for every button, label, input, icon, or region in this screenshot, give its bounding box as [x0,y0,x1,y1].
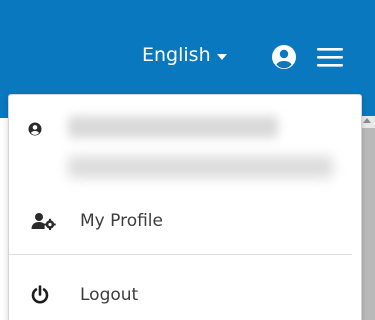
user-menu-button[interactable] [271,44,297,70]
user-cog-icon [31,212,57,230]
hamburger-menu-button[interactable] [315,44,345,70]
user-circle-icon [28,122,42,136]
hamburger-menu-icon [317,48,343,67]
my-profile-label: My Profile [80,211,163,231]
redacted-user-email [68,156,333,178]
redacted-user-name [68,116,278,138]
caret-down-icon [216,53,227,60]
scrollbar-thumb[interactable] [360,128,375,320]
scroll-up-arrow-icon[interactable] [363,118,371,123]
my-profile-menu-item[interactable]: My Profile [9,198,352,244]
logout-label: Logout [80,285,139,305]
language-selector[interactable]: English [142,44,227,66]
dropdown-user-info [8,108,352,198]
language-label: English [142,44,211,66]
user-circle-icon [272,45,296,69]
menu-divider [9,254,352,255]
power-icon [31,285,49,305]
logout-menu-item[interactable]: Logout [9,272,352,318]
